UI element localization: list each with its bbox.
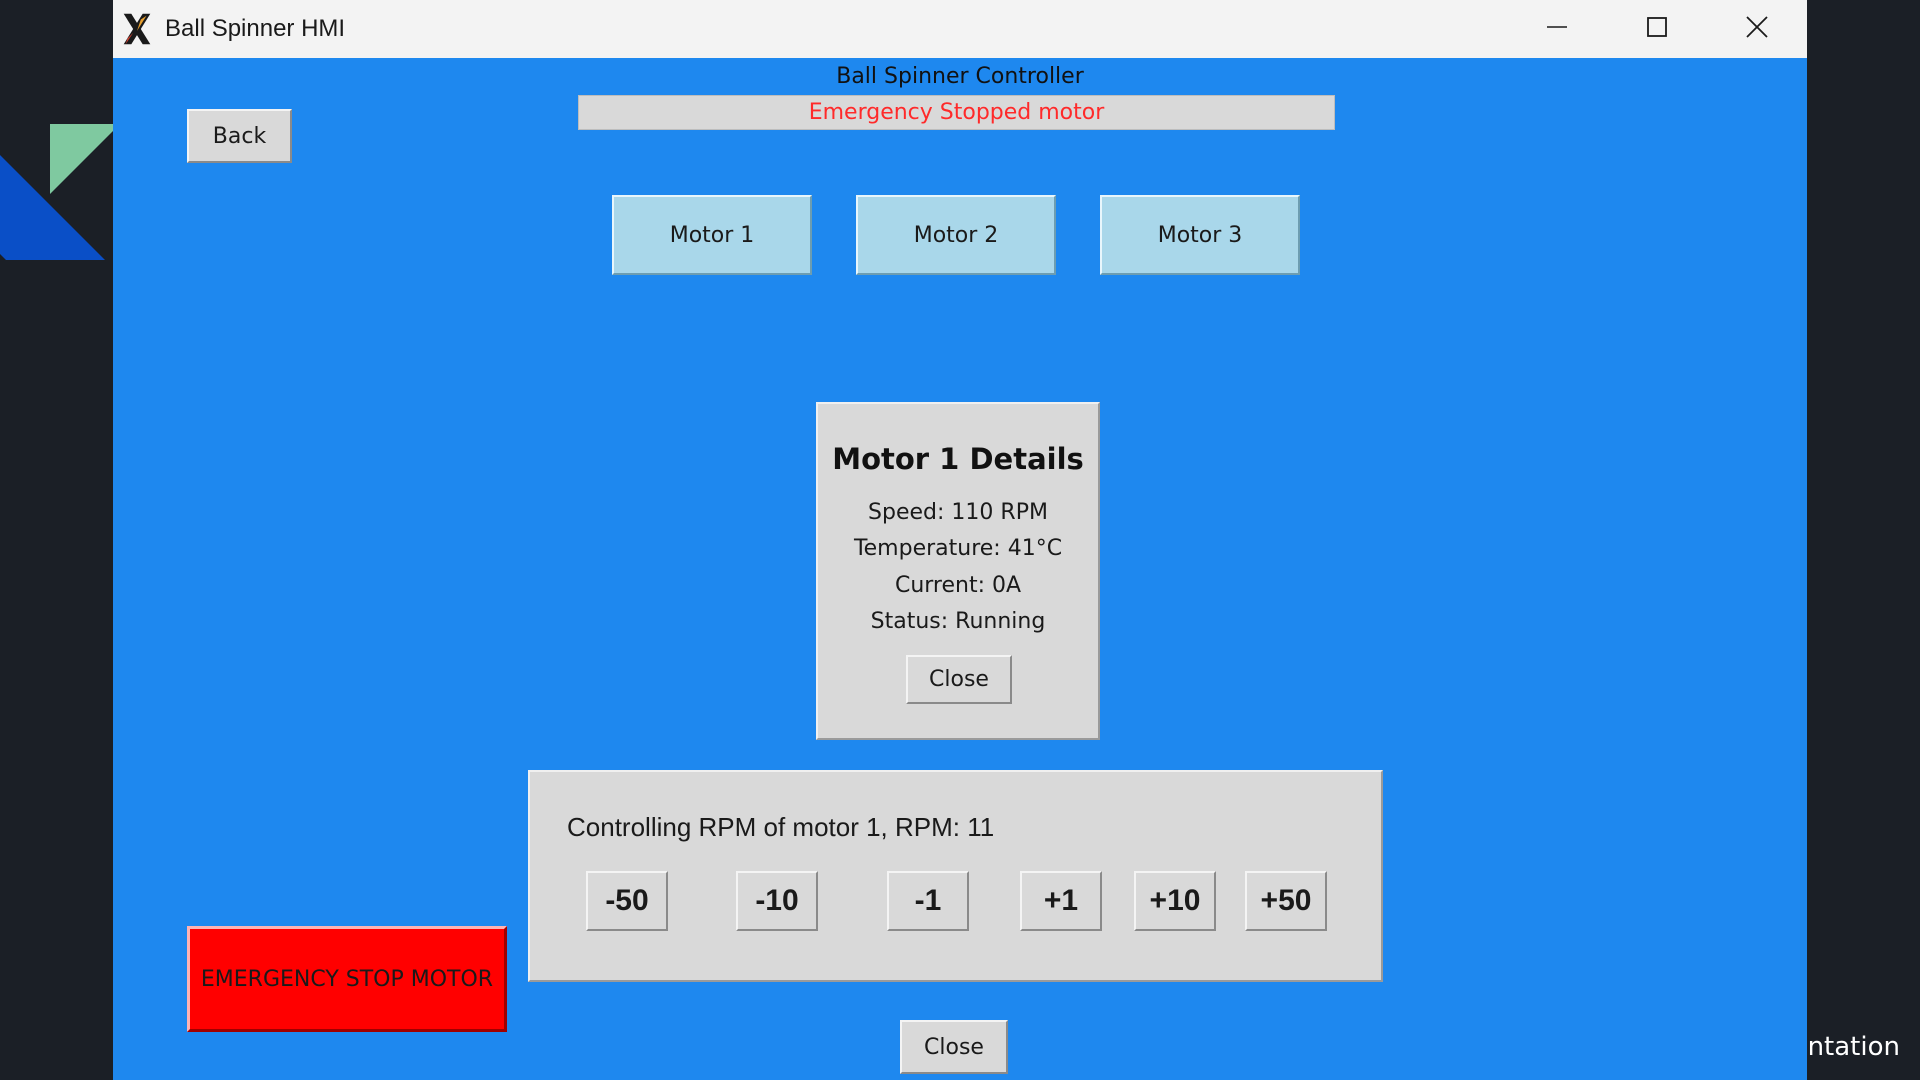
window-title: Ball Spinner HMI (165, 15, 346, 42)
desktop-wallpaper-decoration (0, 0, 120, 260)
desktop-background-text: ntation (1807, 1032, 1900, 1062)
title-bar[interactable]: Ball Spinner HMI (113, 0, 1807, 58)
motor-speed-value: Speed: 110 RPM (868, 500, 1048, 525)
motor-3-button[interactable]: Motor 3 (1100, 195, 1300, 275)
details-close-button[interactable]: Close (906, 655, 1012, 704)
motor-temperature-value: Temperature: 41°C (853, 536, 1063, 561)
rpm-plus-1-button[interactable]: +1 (1020, 871, 1102, 931)
rpm-minus-1-button[interactable]: -1 (887, 871, 969, 931)
minimize-button[interactable] (1507, 0, 1607, 58)
rpm-control-panel: Controlling RPM of motor 1, RPM: 11 -50 … (528, 770, 1383, 982)
minimize-icon (1546, 16, 1568, 42)
motor-2-button[interactable]: Motor 2 (856, 195, 1056, 275)
motor-status-value: Status: Running (870, 609, 1046, 634)
rpm-plus-50-button[interactable]: +50 (1245, 871, 1327, 931)
back-button[interactable]: Back (187, 109, 292, 163)
window-controls (1507, 0, 1807, 58)
maximize-icon (1646, 16, 1668, 42)
rpm-minus-50-button[interactable]: -50 (586, 871, 668, 931)
close-icon (1746, 16, 1768, 42)
motor-details-title: Motor 1 Details (832, 442, 1084, 476)
page-title: Ball Spinner Controller (836, 64, 1084, 89)
motor-current-value: Current: 0A (894, 573, 1022, 598)
close-button[interactable]: Close (900, 1020, 1008, 1074)
rpm-plus-10-button[interactable]: +10 (1134, 871, 1216, 931)
emergency-stop-button[interactable]: EMERGENCY STOP MOTOR (187, 926, 507, 1032)
motor-1-button[interactable]: Motor 1 (612, 195, 812, 275)
motor-details-panel: Motor 1 Details Speed: 110 RPM Temperatu… (816, 402, 1100, 740)
x-logo-icon (117, 9, 157, 49)
app-window: Ball Spinner HMI Ball Spinner Controller… (113, 0, 1807, 1080)
rpm-minus-10-button[interactable]: -10 (736, 871, 818, 931)
window-close-button[interactable] (1707, 0, 1807, 58)
wallpaper-green-triangle (50, 124, 120, 194)
rpm-control-label: Controlling RPM of motor 1, RPM: 11 (567, 812, 995, 842)
window-content: Ball Spinner Controller Emergency Stoppe… (113, 58, 1807, 1080)
status-message: Emergency Stopped motor (578, 95, 1335, 130)
maximize-button[interactable] (1607, 0, 1707, 58)
